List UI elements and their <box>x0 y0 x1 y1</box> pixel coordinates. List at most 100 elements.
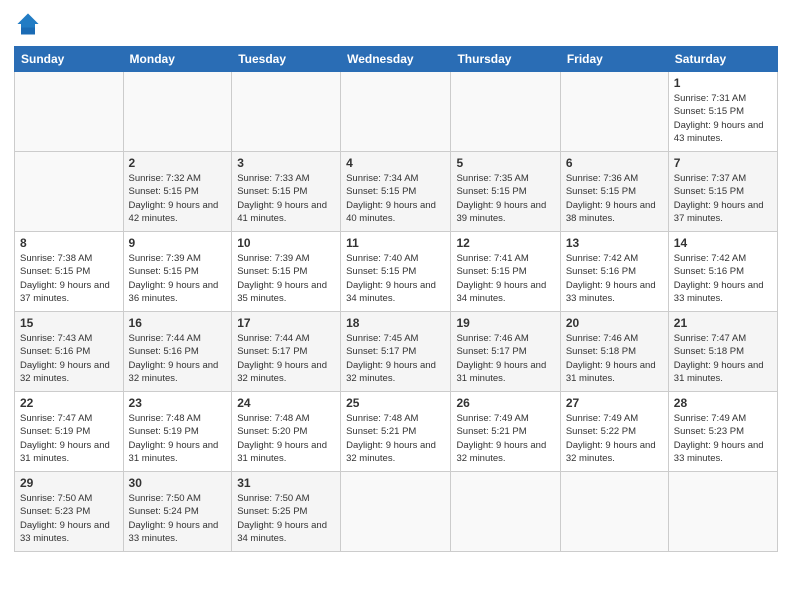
calendar-day-24: 24 Sunrise: 7:48 AMSunset: 5:20 PMDayligh… <box>232 392 341 472</box>
calendar-day-13: 13Sunrise: 7:42 AMSunset: 5:16 PMDayligh… <box>560 232 668 312</box>
day-info: Sunrise: 7:37 AMSunset: 5:15 PMDaylight:… <box>674 173 764 224</box>
day-info: Sunrise: 7:41 AMSunset: 5:15 PMDaylight:… <box>456 253 546 304</box>
empty-cell <box>560 472 668 552</box>
calendar-week-row: 15Sunrise: 7:43 AMSunset: 5:16 PMDayligh… <box>15 312 778 392</box>
day-number: 9 <box>129 236 227 250</box>
day-number: 29 <box>20 476 118 490</box>
calendar-day-10: 10 Sunrise: 7:39 AMSunset: 5:15 PMDayligh… <box>232 232 341 312</box>
calendar-day-29: 29 Sunrise: 7:50 AMSunset: 5:23 PMDayligh… <box>15 472 124 552</box>
calendar-day-21: 21 Sunrise: 7:47 AMSunset: 5:18 PMDayligh… <box>668 312 777 392</box>
day-number: 26 <box>456 396 554 410</box>
day-info: Sunrise: 7:49 AMSunset: 5:21 PMDaylight:… <box>456 413 546 464</box>
calendar-week-row: 1Sunrise: 7:31 AMSunset: 5:15 PMDaylight… <box>15 72 778 152</box>
calendar-week-row: 2 Sunrise: 7:32 AMSunset: 5:15 PMDaylight… <box>15 152 778 232</box>
day-number: 14 <box>674 236 772 250</box>
weekday-header-wednesday: Wednesday <box>341 47 451 72</box>
day-number: 3 <box>237 156 335 170</box>
day-info: Sunrise: 7:38 AMSunset: 5:15 PMDaylight:… <box>20 253 110 304</box>
day-number: 2 <box>129 156 227 170</box>
day-number: 1 <box>674 76 772 90</box>
day-number: 31 <box>237 476 335 490</box>
day-info: Sunrise: 7:49 AMSunset: 5:23 PMDaylight:… <box>674 413 764 464</box>
calendar-day-3: 3 Sunrise: 7:33 AMSunset: 5:15 PMDaylight… <box>232 152 341 232</box>
weekday-header-thursday: Thursday <box>451 47 560 72</box>
empty-cell <box>451 72 560 152</box>
day-number: 5 <box>456 156 554 170</box>
calendar-week-row: 29 Sunrise: 7:50 AMSunset: 5:23 PMDayligh… <box>15 472 778 552</box>
day-info: Sunrise: 7:44 AMSunset: 5:17 PMDaylight:… <box>237 333 327 384</box>
day-info: Sunrise: 7:48 AMSunset: 5:20 PMDaylight:… <box>237 413 327 464</box>
day-info: Sunrise: 7:47 AMSunset: 5:18 PMDaylight:… <box>674 333 764 384</box>
day-number: 11 <box>346 236 445 250</box>
day-info: Sunrise: 7:49 AMSunset: 5:22 PMDaylight:… <box>566 413 656 464</box>
calendar-day-17: 17 Sunrise: 7:44 AMSunset: 5:17 PMDayligh… <box>232 312 341 392</box>
calendar-week-row: 22Sunrise: 7:47 AMSunset: 5:19 PMDayligh… <box>15 392 778 472</box>
weekday-header-sunday: Sunday <box>15 47 124 72</box>
calendar-day-30: 30Sunrise: 7:50 AMSunset: 5:24 PMDayligh… <box>123 472 232 552</box>
day-info: Sunrise: 7:34 AMSunset: 5:15 PMDaylight:… <box>346 173 436 224</box>
calendar-day-12: 12 Sunrise: 7:41 AMSunset: 5:15 PMDayligh… <box>451 232 560 312</box>
empty-cell <box>232 72 341 152</box>
day-info: Sunrise: 7:36 AMSunset: 5:15 PMDaylight:… <box>566 173 656 224</box>
calendar-day-2: 2 Sunrise: 7:32 AMSunset: 5:15 PMDaylight… <box>123 152 232 232</box>
day-info: Sunrise: 7:45 AMSunset: 5:17 PMDaylight:… <box>346 333 436 384</box>
logo-icon <box>14 10 42 38</box>
day-info: Sunrise: 7:39 AMSunset: 5:15 PMDaylight:… <box>237 253 327 304</box>
calendar-day-1: 1Sunrise: 7:31 AMSunset: 5:15 PMDaylight… <box>668 72 777 152</box>
weekday-header-saturday: Saturday <box>668 47 777 72</box>
weekday-header-tuesday: Tuesday <box>232 47 341 72</box>
day-number: 4 <box>346 156 445 170</box>
day-number: 27 <box>566 396 663 410</box>
day-number: 18 <box>346 316 445 330</box>
day-number: 10 <box>237 236 335 250</box>
weekday-header-row: SundayMondayTuesdayWednesdayThursdayFrid… <box>15 47 778 72</box>
calendar-day-4: 4 Sunrise: 7:34 AMSunset: 5:15 PMDaylight… <box>341 152 451 232</box>
calendar-day-14: 14 Sunrise: 7:42 AMSunset: 5:16 PMDayligh… <box>668 232 777 312</box>
day-number: 25 <box>346 396 445 410</box>
day-number: 23 <box>129 396 227 410</box>
day-info: Sunrise: 7:42 AMSunset: 5:16 PMDaylight:… <box>674 253 764 304</box>
day-number: 21 <box>674 316 772 330</box>
day-info: Sunrise: 7:33 AMSunset: 5:15 PMDaylight:… <box>237 173 327 224</box>
weekday-header-friday: Friday <box>560 47 668 72</box>
logo <box>14 10 46 38</box>
calendar-day-8: 8Sunrise: 7:38 AMSunset: 5:15 PMDaylight… <box>15 232 124 312</box>
calendar-table: SundayMondayTuesdayWednesdayThursdayFrid… <box>14 46 778 552</box>
empty-cell <box>123 72 232 152</box>
empty-cell <box>341 472 451 552</box>
day-info: Sunrise: 7:42 AMSunset: 5:16 PMDaylight:… <box>566 253 656 304</box>
day-info: Sunrise: 7:50 AMSunset: 5:23 PMDaylight:… <box>20 493 110 544</box>
day-info: Sunrise: 7:48 AMSunset: 5:21 PMDaylight:… <box>346 413 436 464</box>
header <box>14 10 778 38</box>
calendar-day-20: 20Sunrise: 7:46 AMSunset: 5:18 PMDayligh… <box>560 312 668 392</box>
day-info: Sunrise: 7:35 AMSunset: 5:15 PMDaylight:… <box>456 173 546 224</box>
empty-cell <box>341 72 451 152</box>
day-info: Sunrise: 7:44 AMSunset: 5:16 PMDaylight:… <box>129 333 219 384</box>
day-info: Sunrise: 7:32 AMSunset: 5:15 PMDaylight:… <box>129 173 219 224</box>
calendar-day-28: 28Sunrise: 7:49 AMSunset: 5:23 PMDayligh… <box>668 392 777 472</box>
calendar-day-15: 15Sunrise: 7:43 AMSunset: 5:16 PMDayligh… <box>15 312 124 392</box>
empty-cell <box>560 72 668 152</box>
empty-cell <box>15 72 124 152</box>
day-info: Sunrise: 7:40 AMSunset: 5:15 PMDaylight:… <box>346 253 436 304</box>
day-info: Sunrise: 7:50 AMSunset: 5:24 PMDaylight:… <box>129 493 219 544</box>
calendar-week-row: 8Sunrise: 7:38 AMSunset: 5:15 PMDaylight… <box>15 232 778 312</box>
day-info: Sunrise: 7:43 AMSunset: 5:16 PMDaylight:… <box>20 333 110 384</box>
day-info: Sunrise: 7:46 AMSunset: 5:17 PMDaylight:… <box>456 333 546 384</box>
day-number: 16 <box>129 316 227 330</box>
day-number: 24 <box>237 396 335 410</box>
calendar-day-11: 11 Sunrise: 7:40 AMSunset: 5:15 PMDayligh… <box>341 232 451 312</box>
calendar-day-9: 9Sunrise: 7:39 AMSunset: 5:15 PMDaylight… <box>123 232 232 312</box>
calendar-day-6: 6Sunrise: 7:36 AMSunset: 5:15 PMDaylight… <box>560 152 668 232</box>
weekday-header-monday: Monday <box>123 47 232 72</box>
day-number: 12 <box>456 236 554 250</box>
calendar-day-22: 22Sunrise: 7:47 AMSunset: 5:19 PMDayligh… <box>15 392 124 472</box>
calendar-day-5: 5 Sunrise: 7:35 AMSunset: 5:15 PMDaylight… <box>451 152 560 232</box>
calendar-day-25: 25 Sunrise: 7:48 AMSunset: 5:21 PMDayligh… <box>341 392 451 472</box>
calendar-day-16: 16 Sunrise: 7:44 AMSunset: 5:16 PMDayligh… <box>123 312 232 392</box>
calendar-day-19: 19Sunrise: 7:46 AMSunset: 5:17 PMDayligh… <box>451 312 560 392</box>
day-number: 17 <box>237 316 335 330</box>
calendar-day-27: 27 Sunrise: 7:49 AMSunset: 5:22 PMDayligh… <box>560 392 668 472</box>
day-number: 7 <box>674 156 772 170</box>
calendar-day-7: 7 Sunrise: 7:37 AMSunset: 5:15 PMDaylight… <box>668 152 777 232</box>
